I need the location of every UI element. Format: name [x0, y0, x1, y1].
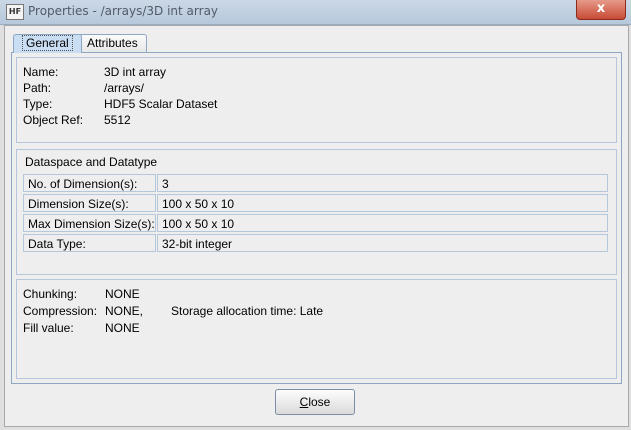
tab-attributes-label: Attributes — [87, 36, 138, 50]
max-dimension-size-value: 100 x 50 x 10 — [157, 214, 608, 232]
window-close-button[interactable]: x — [576, 0, 626, 20]
compression-label: Compression: — [23, 304, 98, 318]
dataspace-title: Dataspace and Datatype — [23, 154, 160, 170]
compression-value: NONE, — [105, 304, 144, 318]
max-dimension-size-label: Max Dimension Size(s): — [23, 214, 156, 232]
dimensions-value: 3 — [157, 174, 608, 192]
path-value: /arrays/ — [104, 81, 145, 95]
storage-group: Chunking: NONE Compression: NONE, Storag… — [16, 279, 617, 379]
dialog-client-area: General Attributes Name: 3D int array Pa… — [4, 25, 629, 427]
tab-general-label: General — [22, 35, 73, 51]
type-value: HDF5 Scalar Dataset — [104, 97, 218, 111]
fill-value-value: NONE — [105, 321, 140, 335]
tab-general[interactable]: General — [13, 34, 82, 53]
object-ref-label: Object Ref: — [23, 113, 84, 127]
dimension-size-value: 100 x 50 x 10 — [157, 194, 608, 212]
name-label: Name: — [23, 65, 59, 79]
object-ref-value: 5512 — [104, 113, 131, 127]
object-info-group: Name: 3D int array Path: /arrays/ Type: … — [16, 57, 617, 143]
chunking-label: Chunking: — [23, 287, 78, 301]
data-type-value: 32-bit integer — [157, 234, 608, 252]
data-type-label: Data Type: — [23, 234, 156, 252]
dimension-size-label: Dimension Size(s): — [23, 194, 156, 212]
path-label: Path: — [23, 81, 52, 95]
dimensions-label: No. of Dimension(s): — [23, 174, 156, 192]
close-button[interactable]: Close — [275, 389, 355, 415]
fill-value-label: Fill value: — [23, 321, 74, 335]
app-icon-text: HF — [8, 7, 22, 16]
title-bar[interactable]: HF Properties - /arrays/3D int array x — [0, 0, 631, 25]
general-tab-panel: Name: 3D int array Path: /arrays/ Type: … — [11, 52, 622, 384]
type-label: Type: — [23, 97, 53, 111]
table-row: Max Dimension Size(s): 100 x 50 x 10 — [23, 214, 608, 234]
storage-allocation-time: Storage allocation time: Late — [171, 304, 324, 318]
table-row: Dimension Size(s): 100 x 50 x 10 — [23, 194, 608, 214]
tab-attributes[interactable]: Attributes — [78, 34, 147, 53]
close-icon: x — [596, 1, 606, 16]
close-button-label: lose — [308, 395, 331, 409]
window-title: Properties - /arrays/3D int array — [28, 4, 219, 18]
hdf-app-icon: HF — [6, 4, 24, 20]
name-value: 3D int array — [104, 65, 167, 79]
chunking-value: NONE — [105, 287, 140, 301]
table-row: No. of Dimension(s): 3 — [23, 174, 608, 194]
table-row: Data Type: 32-bit integer — [23, 234, 608, 254]
dataspace-group: Dataspace and Datatype No. of Dimension(… — [16, 149, 617, 275]
dataspace-table: No. of Dimension(s): 3 Dimension Size(s)… — [23, 174, 608, 254]
